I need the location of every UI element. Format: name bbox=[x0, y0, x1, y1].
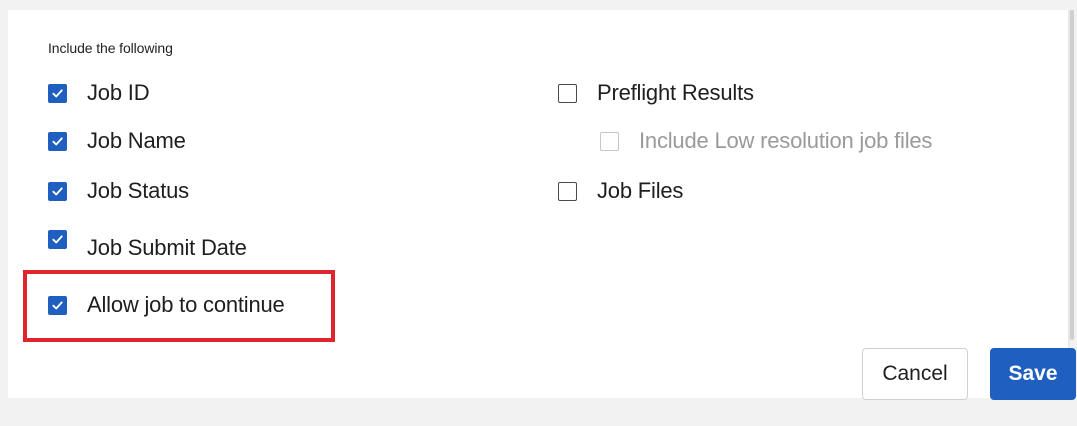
option-label: Preflight Results bbox=[597, 80, 754, 105]
option-job-files[interactable]: Job Files bbox=[558, 178, 683, 204]
option-label: Job ID bbox=[87, 80, 150, 105]
checkbox-job-submit-date[interactable] bbox=[48, 230, 67, 249]
highlight-annotation bbox=[23, 270, 335, 342]
save-button[interactable]: Save bbox=[990, 348, 1076, 400]
option-job-id[interactable]: Job ID bbox=[48, 80, 150, 106]
option-job-submit-date[interactable]: Job Submit Date bbox=[48, 229, 247, 261]
check-icon bbox=[52, 136, 63, 145]
option-include-low-resolution-job-files: Include Low resolution job files bbox=[600, 128, 932, 154]
option-label: Job Status bbox=[87, 178, 189, 203]
option-label: Include Low resolution job files bbox=[639, 128, 933, 153]
cancel-button[interactable]: Cancel bbox=[862, 348, 968, 400]
option-job-name[interactable]: Job Name bbox=[48, 128, 186, 154]
option-label: Job Submit Date bbox=[87, 235, 247, 260]
option-preflight-results[interactable]: Preflight Results bbox=[558, 80, 754, 106]
checkbox-job-status[interactable] bbox=[48, 181, 67, 201]
checkbox-job-name[interactable] bbox=[48, 131, 67, 151]
option-label: Job Name bbox=[87, 128, 186, 153]
option-job-status[interactable]: Job Status bbox=[48, 178, 189, 204]
section-label: Include the following bbox=[48, 40, 173, 56]
checkbox-preflight-results[interactable] bbox=[558, 83, 577, 103]
checkbox-include-low-resolution-job-files bbox=[600, 131, 619, 151]
option-label: Job Files bbox=[597, 178, 684, 203]
checkbox-job-files[interactable] bbox=[558, 181, 577, 201]
scrollbar[interactable] bbox=[1070, 10, 1074, 340]
check-icon bbox=[52, 186, 63, 195]
check-icon bbox=[52, 88, 63, 97]
check-icon bbox=[52, 235, 63, 244]
checkbox-job-id[interactable] bbox=[48, 83, 67, 103]
